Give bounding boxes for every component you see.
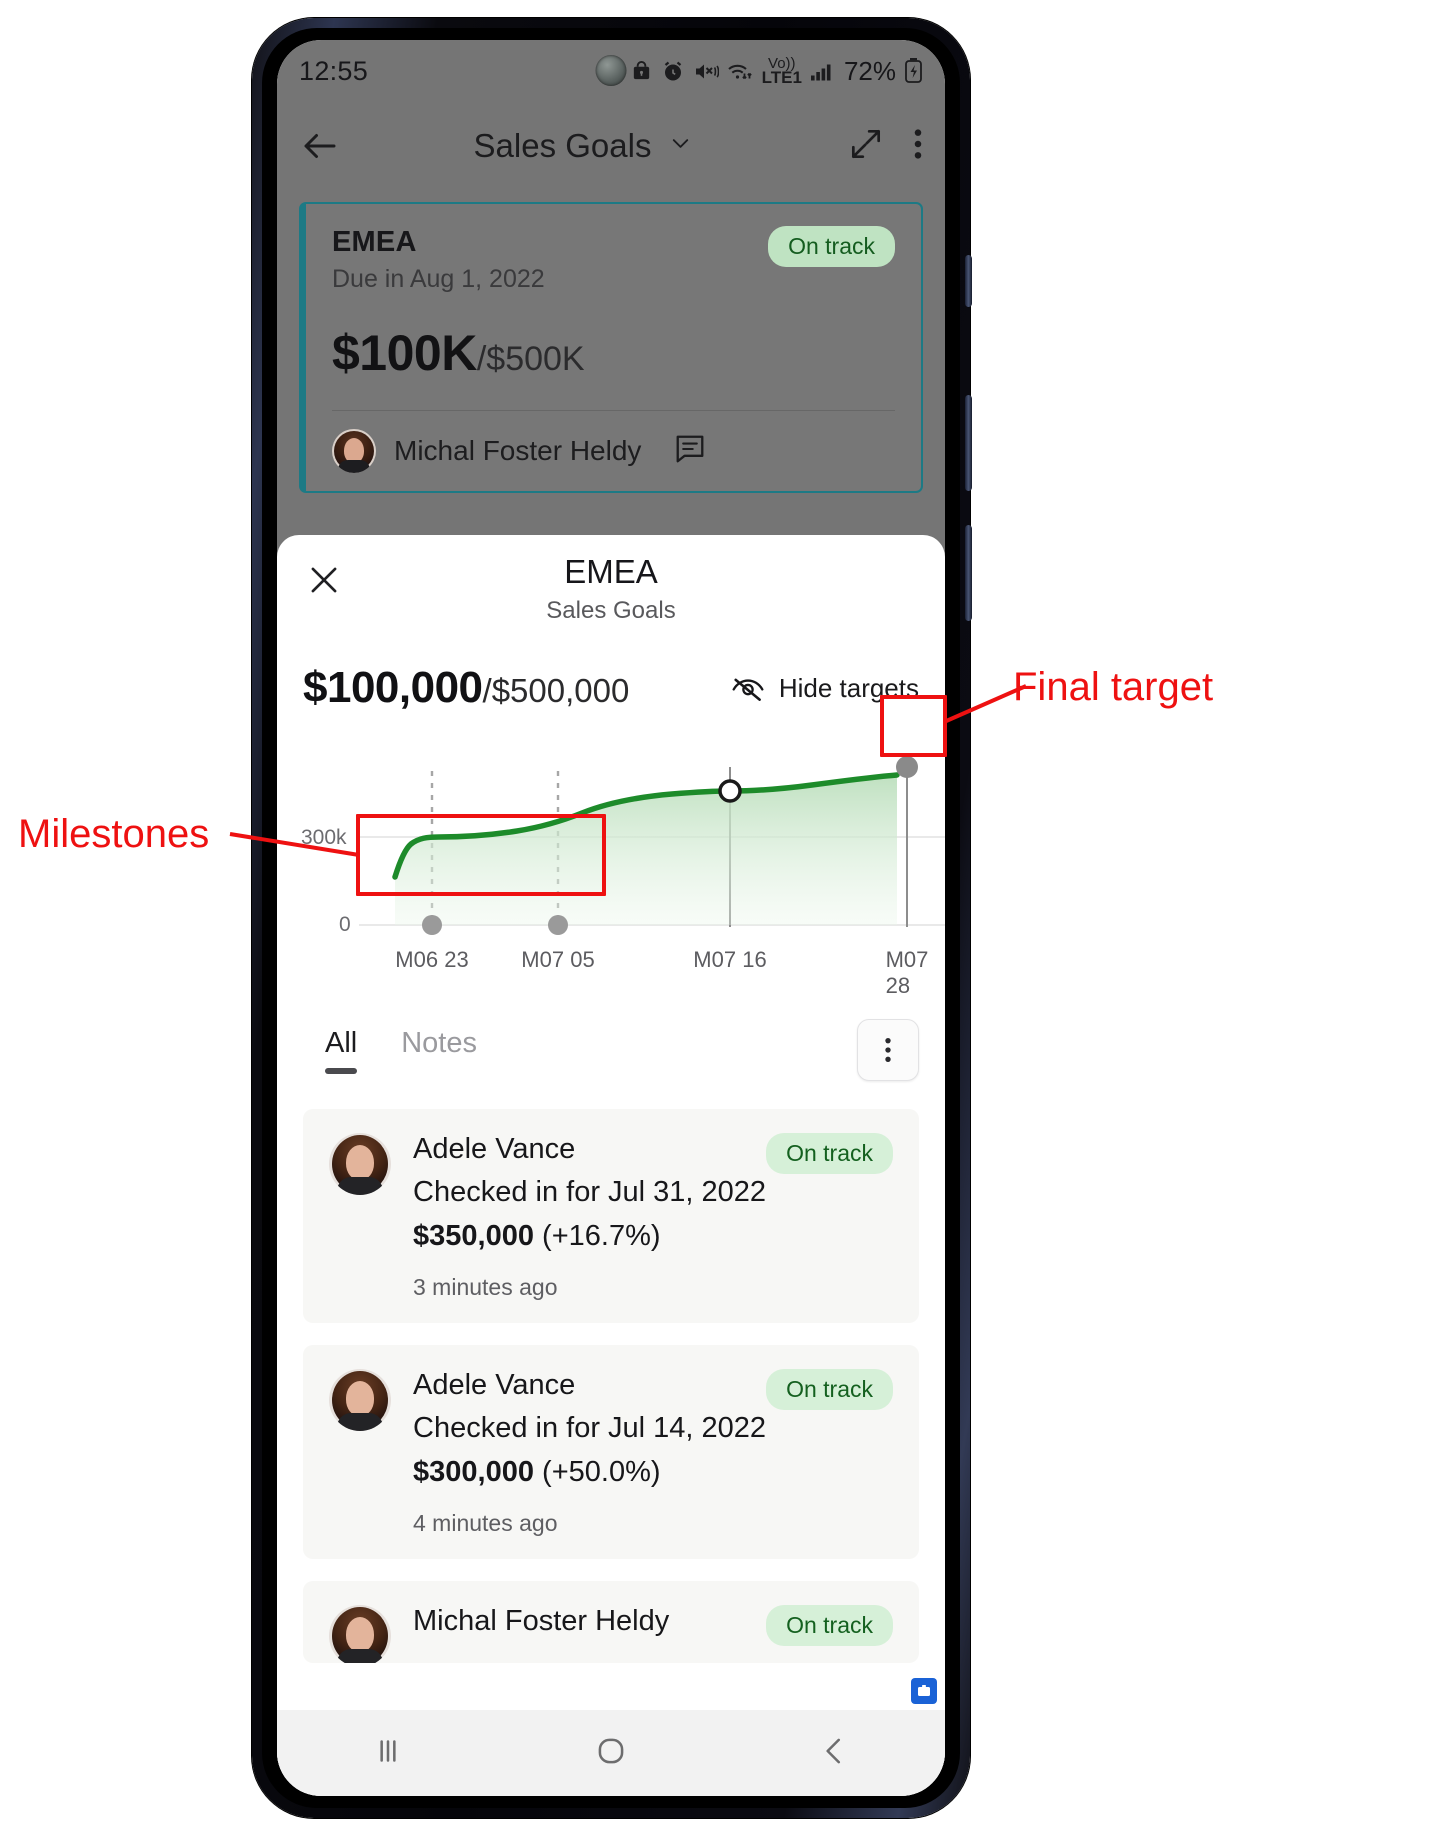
final-target-dot: [896, 756, 918, 778]
screenshot-badge-icon: [911, 1678, 937, 1704]
mute-vibrate-icon: [693, 59, 719, 84]
volte-bottom: LTE1: [761, 68, 802, 87]
y-tick-0: 0: [339, 913, 351, 936]
expand-diagonal-icon[interactable]: [847, 125, 885, 168]
battery-icon: [904, 58, 923, 84]
progress-row: $100,000/$500,000 Hide targets: [277, 633, 945, 713]
milestones-leader-line: [229, 832, 360, 857]
app-bar: Sales Goals: [277, 102, 945, 190]
sheet-header: EMEA Sales Goals: [277, 535, 945, 633]
system-nav-bar: [277, 1710, 945, 1796]
goal-amount-target: /$500K: [476, 340, 585, 378]
phone-side-button-1[interactable]: [965, 255, 972, 307]
status-badge: On track: [766, 1369, 893, 1411]
status-icons: Vo)) LTE1 72%: [630, 56, 923, 87]
checkin-delta: (+50.0%): [542, 1456, 661, 1489]
volte-icon: Vo)) LTE1: [762, 56, 802, 86]
battery-percent: 72%: [843, 55, 896, 86]
status-bar: 12:55 Vo)) LTE1 72%: [277, 40, 945, 102]
checkin-list: Adele Vance Checked in for Jul 31, 2022 …: [277, 1081, 945, 1664]
checkin-amount: $350,000: [413, 1220, 534, 1253]
final-target-annotation-label: Final target: [1013, 665, 1214, 709]
goal-amount-current: $100K: [332, 325, 477, 381]
tab-all[interactable]: All: [303, 1027, 379, 1074]
checkin-dot: [718, 779, 742, 803]
milestones-annotation-label: Milestones: [18, 812, 210, 856]
wifi-icon: [727, 59, 754, 84]
sheet-title: EMEA: [564, 553, 658, 590]
kebab-menu-icon[interactable]: [913, 127, 923, 166]
list-item[interactable]: Adele Vance Checked in for Jul 31, 2022 …: [303, 1109, 919, 1324]
checkin-prefix: Checked in for Jul 14, 2022: [413, 1412, 767, 1445]
avatar: [332, 429, 376, 473]
goal-card-header: EMEA Due in Aug 1, 2022 On track: [332, 226, 895, 294]
avatar: [329, 1605, 391, 1664]
goal-owner-row[interactable]: Michal Foster Heldy: [332, 410, 895, 491]
avatar: [329, 1133, 391, 1195]
home-icon[interactable]: [592, 1732, 630, 1775]
goal-summary-card[interactable]: EMEA Due in Aug 1, 2022 On track $100K/$…: [299, 202, 923, 493]
status-badge: On track: [766, 1605, 893, 1647]
milestone-dot-2: [548, 915, 568, 935]
final-target-annotation-box: [880, 695, 947, 757]
list-item[interactable]: Adele Vance Checked in for Jul 14, 2022 …: [303, 1345, 919, 1560]
milestone-dot-1: [422, 915, 442, 935]
status-badge: On track: [766, 1133, 893, 1174]
sheet-subtitle: Sales Goals: [546, 597, 676, 624]
back-chevron-icon[interactable]: [815, 1732, 853, 1775]
checkin-time: 4 minutes ago: [413, 1510, 558, 1537]
progress-target: /$500,000: [482, 672, 630, 709]
close-icon[interactable]: [305, 561, 343, 599]
goal-status-badge: On track: [768, 226, 895, 267]
phone-side-button-3[interactable]: [965, 525, 972, 621]
recents-icon[interactable]: [369, 1732, 407, 1775]
list-item[interactable]: Michal Foster Heldy On track: [303, 1581, 919, 1664]
detail-bottom-sheet: EMEA Sales Goals $100,000/$500,000 Hide …: [277, 535, 945, 1796]
chevron-down-icon[interactable]: [667, 130, 694, 162]
goal-owner-name: Michal Foster Heldy: [394, 435, 642, 466]
app-bar-actions: [847, 125, 923, 168]
app-title-group[interactable]: Sales Goals: [321, 127, 847, 165]
goal-region: EMEA: [332, 226, 417, 258]
x-tick-1: M07 05: [521, 947, 595, 972]
x-tick-2: M07 16: [693, 947, 767, 972]
goal-due-date: Due in Aug 1, 2022: [332, 265, 545, 293]
goal-amount: $100K/$500K: [332, 324, 895, 382]
alarm-icon: [661, 59, 685, 84]
avatar: [329, 1369, 391, 1432]
goal-card-titles: EMEA Due in Aug 1, 2022: [332, 226, 545, 294]
milestones-annotation-box: [356, 814, 606, 896]
tabs-more-button[interactable]: [857, 1019, 919, 1081]
tab-notes[interactable]: Notes: [379, 1027, 499, 1074]
tabs-row: All Notes: [277, 989, 945, 1081]
x-tick-0: M06 23: [395, 947, 469, 972]
front-camera: [595, 55, 627, 86]
checkin-prefix: Checked in for Jul 31, 2022: [413, 1176, 767, 1208]
comment-icon[interactable]: [673, 434, 707, 469]
eye-off-icon: [730, 671, 766, 706]
signal-bars-icon: [810, 59, 834, 84]
checkin-text: Checked in for Jul 14, 2022 $300,000 (+5…: [413, 1406, 893, 1494]
work-lock-icon: [630, 59, 653, 84]
phone-screen: 12:55 Vo)) LTE1 72% Sales Goals EMEA Due…: [277, 40, 945, 1796]
sheet-titles: EMEA Sales Goals: [277, 535, 945, 625]
phone-side-button-2[interactable]: [965, 395, 972, 491]
progress-current: $100,000: [303, 663, 483, 712]
checkin-text: Checked in for Jul 31, 2022 $350,000 (+1…: [413, 1170, 893, 1258]
app-title: Sales Goals: [473, 127, 652, 164]
checkin-time: 3 minutes ago: [413, 1274, 558, 1301]
checkin-amount: $300,000: [413, 1456, 534, 1489]
checkin-delta: (+16.7%): [542, 1220, 661, 1253]
status-time: 12:55: [299, 55, 369, 86]
progress-amount: $100,000/$500,000: [303, 663, 629, 713]
